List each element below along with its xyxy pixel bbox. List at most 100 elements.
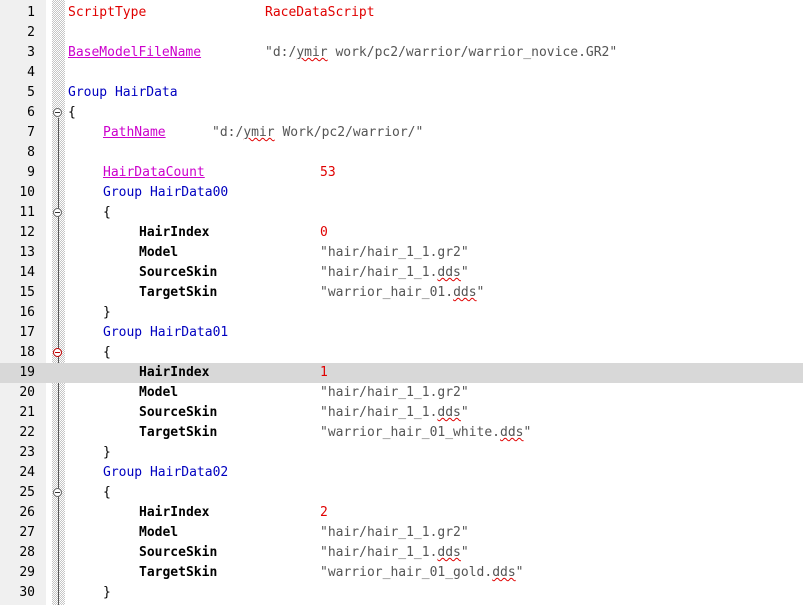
code-value: "hair/hair_1_1.dds" xyxy=(320,405,469,420)
code-value: "warrior_hair_01_gold.dds" xyxy=(320,565,524,580)
line-number: 2 xyxy=(27,25,35,40)
code-value: "hair/hair_1_1.dds" xyxy=(320,265,469,280)
code-key: SourceSkin xyxy=(139,265,218,280)
code-value: RaceDataScript xyxy=(265,5,375,20)
code-brace: } xyxy=(103,305,111,320)
code-line[interactable]: 24 Group HairData02 xyxy=(0,463,803,483)
code-key: TargetSkin xyxy=(139,425,218,440)
code-value: "hair/hair_1_1.dds" xyxy=(320,545,469,560)
code-line[interactable]: 4 xyxy=(0,63,803,83)
line-number: 22 xyxy=(19,425,35,440)
code-value: 0 xyxy=(320,225,328,240)
code-key: Model xyxy=(139,245,179,260)
code-key: SourceSkin xyxy=(139,405,218,420)
code-value: 53 xyxy=(320,165,336,180)
code-line[interactable]: 3 BaseModelFileName "d:/ymir work/pc2/wa… xyxy=(0,43,803,63)
code-line[interactable]: 12 HairIndex 0 xyxy=(0,223,803,243)
line-number: 6 xyxy=(27,105,35,120)
code-key: TargetSkin xyxy=(139,565,218,580)
code-line-current[interactable]: 19 HairIndex 1 xyxy=(0,363,803,383)
code-line[interactable]: 16 } xyxy=(0,303,803,323)
code-line[interactable]: 15 TargetSkin "warrior_hair_01.dds" xyxy=(0,283,803,303)
line-number: 28 xyxy=(19,545,35,560)
line-number: 19 xyxy=(19,365,35,380)
code-group: Group HairData01 xyxy=(103,325,229,340)
code-line[interactable]: 8 xyxy=(0,143,803,163)
code-line[interactable]: 2 xyxy=(0,23,803,43)
code-group: Group HairData02 xyxy=(103,465,229,480)
line-number: 27 xyxy=(19,525,35,540)
code-line[interactable]: 17 Group HairData01 xyxy=(0,323,803,343)
code-line[interactable]: 14 SourceSkin "hair/hair_1_1.dds" xyxy=(0,263,803,283)
line-number: 10 xyxy=(19,185,35,200)
code-line[interactable]: 10 Group HairData00 xyxy=(0,183,803,203)
line-number: 26 xyxy=(19,505,35,520)
code-line[interactable]: 1 ScriptType RaceDataScript xyxy=(0,3,803,23)
code-brace: { xyxy=(103,345,111,360)
code-key: HairIndex xyxy=(139,505,210,520)
code-brace: } xyxy=(103,445,111,460)
code-line[interactable]: 30 } xyxy=(0,583,803,603)
code-line[interactable]: 25 { xyxy=(0,483,803,503)
code-brace: { xyxy=(103,205,111,220)
code-value: "hair/hair_1_1.gr2" xyxy=(320,245,469,260)
code-line[interactable]: 7 PathName "d:/ymir Work/pc2/warrior/" xyxy=(0,123,803,143)
code-value: "d:/ymir work/pc2/warrior/warrior_novice… xyxy=(265,45,618,60)
code-group: Group HairData xyxy=(68,85,178,100)
code-line[interactable]: 20 Model "hair/hair_1_1.gr2" xyxy=(0,383,803,403)
code-key: SourceSkin xyxy=(139,545,218,560)
code-key: Model xyxy=(139,385,179,400)
code-line[interactable]: 27 Model "hair/hair_1_1.gr2" xyxy=(0,523,803,543)
code-key: TargetSkin xyxy=(139,285,218,300)
code-value: "d:/ymir Work/pc2/warrior/" xyxy=(212,125,424,140)
code-line[interactable]: 26 HairIndex 2 xyxy=(0,503,803,523)
line-number: 16 xyxy=(19,305,35,320)
code-line[interactable]: 29 TargetSkin "warrior_hair_01_gold.dds" xyxy=(0,563,803,583)
line-number: 23 xyxy=(19,445,35,460)
code-line[interactable]: 6 { xyxy=(0,103,803,123)
code-value: "warrior_hair_01.dds" xyxy=(320,285,485,300)
line-number: 7 xyxy=(27,125,35,140)
line-number: 18 xyxy=(19,345,35,360)
code-line[interactable]: 22 TargetSkin "warrior_hair_01_white.dds… xyxy=(0,423,803,443)
line-number: 20 xyxy=(19,385,35,400)
code-value: 2 xyxy=(320,505,328,520)
code-value: "hair/hair_1_1.gr2" xyxy=(320,385,469,400)
code-group: Group HairData00 xyxy=(103,185,229,200)
line-number: 24 xyxy=(19,465,35,480)
fold-minus-icon[interactable] xyxy=(53,208,62,217)
line-number: 12 xyxy=(19,225,35,240)
code-key: Model xyxy=(139,525,179,540)
line-number: 5 xyxy=(27,85,35,100)
code-line[interactable]: 5 Group HairData xyxy=(0,83,803,103)
line-number: 4 xyxy=(27,65,35,80)
code-key: PathName xyxy=(103,125,166,140)
fold-minus-icon[interactable] xyxy=(53,108,62,117)
code-line[interactable]: 28 SourceSkin "hair/hair_1_1.dds" xyxy=(0,543,803,563)
code-value: "warrior_hair_01_white.dds" xyxy=(320,425,532,440)
line-number: 8 xyxy=(27,145,35,160)
code-key: ScriptType xyxy=(68,5,147,20)
code-line[interactable]: 9 HairDataCount 53 xyxy=(0,163,803,183)
code-key: HairDataCount xyxy=(103,165,205,180)
code-value: 1 xyxy=(320,365,328,380)
code-line[interactable]: 21 SourceSkin "hair/hair_1_1.dds" xyxy=(0,403,803,423)
line-number: 13 xyxy=(19,245,35,260)
fold-minus-icon[interactable] xyxy=(53,488,62,497)
line-number: 3 xyxy=(27,45,35,60)
code-brace: { xyxy=(68,105,76,120)
code-line[interactable]: 11 { xyxy=(0,203,803,223)
code-line[interactable]: 13 Model "hair/hair_1_1.gr2" xyxy=(0,243,803,263)
line-number: 14 xyxy=(19,265,35,280)
code-key: HairIndex xyxy=(139,225,210,240)
code-brace: { xyxy=(103,485,111,500)
code-value: "hair/hair_1_1.gr2" xyxy=(320,525,469,540)
code-key: BaseModelFileName xyxy=(68,45,202,60)
code-line[interactable]: 23 } xyxy=(0,443,803,463)
code-editor[interactable]: 1 ScriptType RaceDataScript 2 3 BaseMode… xyxy=(0,0,803,605)
code-key: HairIndex xyxy=(139,365,210,380)
code-line[interactable]: 18 { xyxy=(0,343,803,363)
fold-minus-icon[interactable] xyxy=(53,348,62,357)
line-number: 29 xyxy=(19,565,35,580)
line-number: 1 xyxy=(27,5,35,20)
